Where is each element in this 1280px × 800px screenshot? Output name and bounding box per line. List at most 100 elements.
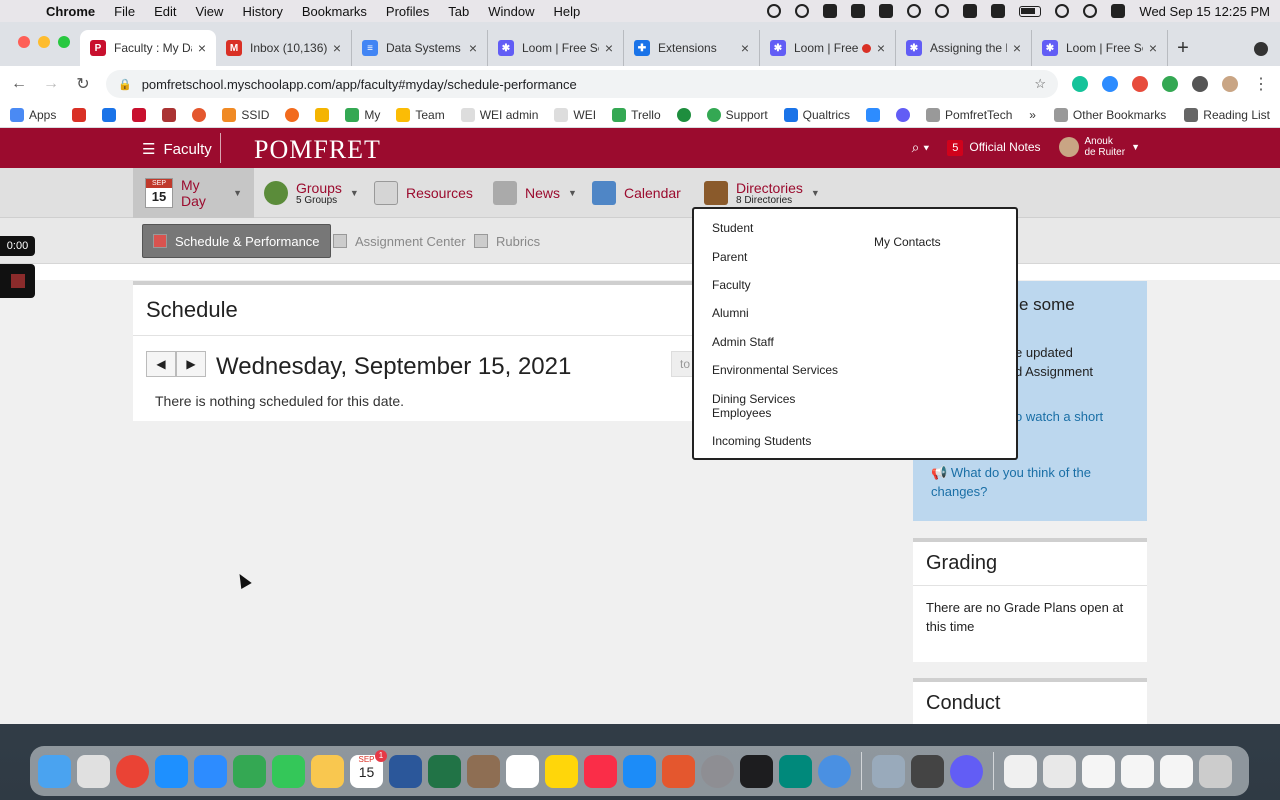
apple-icon[interactable] <box>10 3 24 19</box>
bookmark-calendar[interactable] <box>102 107 117 122</box>
tab-schedule-performance[interactable]: Schedule & Performance <box>142 224 331 258</box>
directory-alumni[interactable]: Alumni <box>712 306 749 320</box>
grid-icon[interactable] <box>963 4 978 18</box>
finder-icon[interactable] <box>38 754 71 788</box>
browser-tab[interactable]: ≡ Data Systems M × <box>352 30 488 66</box>
app-icon[interactable] <box>851 4 866 18</box>
more-bookmarks-icon[interactable]: » <box>1029 108 1036 122</box>
screen-capture-icon[interactable] <box>1132 76 1148 92</box>
contacts-icon[interactable] <box>467 754 500 788</box>
loom-icon[interactable] <box>950 754 983 788</box>
calendar-app-icon[interactable]: SEP 15 1 <box>350 749 387 788</box>
official-notes-link[interactable]: 5 Official Notes <box>947 140 1041 156</box>
screen-recorder-icon[interactable] <box>818 754 851 788</box>
zoom-window-button[interactable] <box>58 36 70 48</box>
menubar-profiles[interactable]: Profiles <box>386 4 429 19</box>
minimize-window-button[interactable] <box>38 36 50 48</box>
bookmark-wei[interactable]: WEI <box>554 107 596 122</box>
pomfret-logo[interactable]: POMFRET <box>254 135 381 165</box>
shield-icon[interactable] <box>823 4 838 18</box>
browser-tab[interactable]: ✱ Loom | Free Scr × <box>1032 30 1168 66</box>
menubar-help[interactable]: Help <box>554 4 581 19</box>
google-meet-icon[interactable] <box>779 754 812 788</box>
directory-incoming-students[interactable]: Incoming Students <box>712 434 811 448</box>
chrome-icon[interactable] <box>116 754 149 788</box>
wifi-icon[interactable] <box>1055 4 1070 18</box>
trash-icon[interactable] <box>1199 754 1232 788</box>
lock-icon[interactable]: 🔒 <box>118 78 132 91</box>
user-menu[interactable]: Anouk de Ruiter ▼ <box>1058 136 1140 158</box>
close-tab-icon[interactable]: × <box>1149 40 1157 56</box>
tab-rubrics[interactable]: Rubrics <box>466 224 548 258</box>
menubar-bookmarks[interactable]: Bookmarks <box>302 4 367 19</box>
bookmark-team[interactable]: Team <box>396 107 445 122</box>
tab-search-icon[interactable] <box>1254 42 1268 56</box>
system-preferences-icon[interactable] <box>701 754 734 788</box>
bookmark-star-icon[interactable]: ☆ <box>1034 76 1046 92</box>
photos-icon[interactable] <box>311 754 344 788</box>
reload-icon[interactable]: ↻ <box>74 74 92 94</box>
menubar-tab[interactable]: Tab <box>448 4 469 19</box>
notes-icon[interactable] <box>545 754 578 788</box>
close-tab-icon[interactable]: × <box>1013 40 1021 56</box>
app-store-icon[interactable] <box>623 754 656 788</box>
faculty-menu-button[interactable]: ☰ Faculty <box>142 140 212 159</box>
menubar-app-name[interactable]: Chrome <box>46 4 95 19</box>
grammarly-icon[interactable] <box>1072 76 1088 92</box>
directory-admin-staff[interactable]: Admin Staff <box>712 335 774 349</box>
nav-news[interactable]: News ▼ <box>493 168 577 218</box>
menubar-view[interactable]: View <box>195 4 223 19</box>
new-tab-button[interactable]: + <box>1168 30 1198 66</box>
document-icon[interactable] <box>1082 754 1115 788</box>
bookmark-zoom[interactable] <box>866 107 881 122</box>
bookmark-app[interactable] <box>162 107 177 122</box>
directory-environmental-services[interactable]: Environmental Services <box>712 363 838 377</box>
close-tab-icon[interactable]: × <box>198 40 206 56</box>
browser-tab[interactable]: ✱ Loom | Free Scr × <box>488 30 624 66</box>
search-icon[interactable] <box>1083 4 1098 18</box>
browser-tab[interactable]: ✚ Extensions × <box>624 30 760 66</box>
document-icon[interactable] <box>1004 754 1037 788</box>
launchpad-icon[interactable] <box>77 754 110 788</box>
news-icon[interactable] <box>584 754 617 788</box>
terminal-icon[interactable] <box>740 754 773 788</box>
menubar-history[interactable]: History <box>242 4 282 19</box>
kebab-menu-icon[interactable]: ⋮ <box>1252 74 1270 94</box>
bookmark-lifesaver[interactable] <box>192 107 207 122</box>
profile-avatar[interactable] <box>1222 76 1238 92</box>
safari-icon[interactable] <box>155 754 188 788</box>
preview-icon[interactable] <box>872 754 905 788</box>
bookmark-pomfrettech[interactable]: PomfretTech <box>926 107 1012 122</box>
tab-assignment-center[interactable]: Assignment Center <box>325 224 474 258</box>
document-icon[interactable] <box>1043 754 1076 788</box>
zoom-icon[interactable] <box>194 754 227 788</box>
menubar-window[interactable]: Window <box>488 4 534 19</box>
forward-icon[interactable]: → <box>42 75 60 93</box>
watch-video-link[interactable]: o watch a short <box>1015 409 1103 424</box>
next-day-button[interactable]: ▶ <box>176 351 206 377</box>
address-bar[interactable]: 🔒 pomfretschool.myschoolapp.com/app/facu… <box>106 70 1058 98</box>
close-window-button[interactable] <box>18 36 30 48</box>
word-icon[interactable] <box>389 754 422 788</box>
nav-resources[interactable]: Resources <box>374 168 473 218</box>
browser-tab[interactable]: ✱ Loom | Free × <box>760 30 896 66</box>
bookmark-loom[interactable] <box>896 107 911 122</box>
close-tab-icon[interactable]: × <box>469 40 477 56</box>
battery-icon[interactable] <box>1019 5 1042 17</box>
messages-icon[interactable] <box>272 754 305 788</box>
feedback-link[interactable]: 📢 What do you think of the changes? <box>931 463 1131 501</box>
back-icon[interactable]: ← <box>10 75 28 93</box>
bookmark-wei-admin[interactable]: WEI admin <box>460 107 538 122</box>
bookmark-orange[interactable] <box>285 107 300 122</box>
reminders-icon[interactable] <box>506 754 539 788</box>
previous-day-button[interactable]: ◀ <box>146 351 176 377</box>
nav-groups[interactable]: Groups 5 Groups ▼ <box>264 168 359 218</box>
bookmark-gmail[interactable] <box>72 107 87 122</box>
app-icon[interactable] <box>879 4 894 18</box>
directory-faculty[interactable]: Faculty <box>712 278 751 292</box>
puzzle-icon[interactable] <box>1192 76 1208 92</box>
header-search-icon[interactable]: ⌕ ▾ <box>912 139 930 156</box>
bookmark-qualtrics[interactable]: Qualtrics <box>783 107 850 122</box>
extension-icon[interactable] <box>1162 76 1178 92</box>
directory-my-contacts[interactable]: My Contacts <box>874 235 941 249</box>
